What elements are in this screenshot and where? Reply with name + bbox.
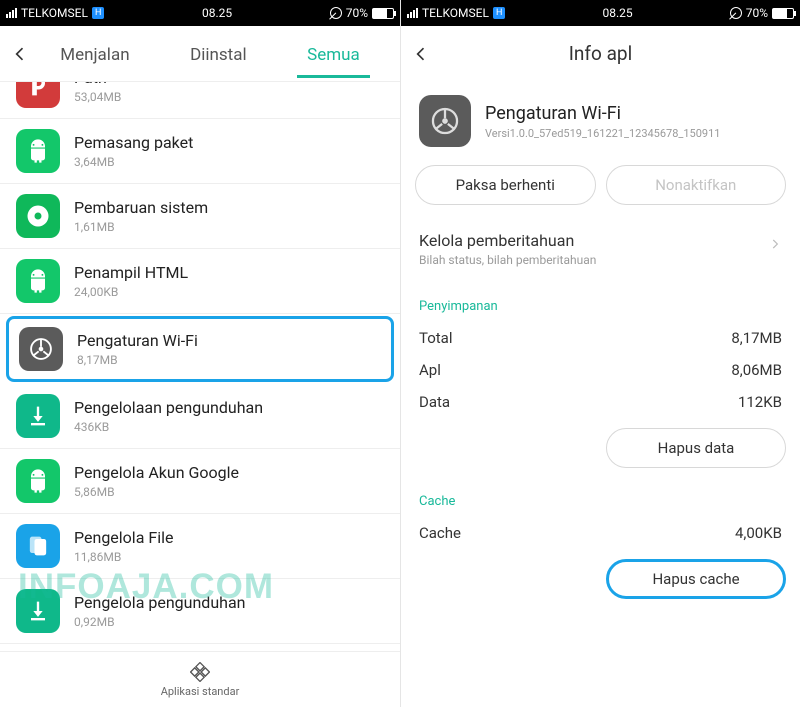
- status-time: 08.25: [602, 6, 632, 20]
- bottom-bar-label: Aplikasi standar: [161, 685, 240, 698]
- signal-icon: [407, 8, 418, 18]
- download-icon: [24, 402, 52, 430]
- app-row[interactable]: Pengaturan Wi-Fi 8,17MB: [6, 316, 394, 382]
- app-icon: [419, 95, 471, 147]
- app-icon: [16, 194, 60, 238]
- app-list-header: Menjalan Diinstal Semua: [0, 26, 400, 81]
- disable-button[interactable]: Nonaktifkan: [606, 165, 787, 205]
- storage-total-row: Total 8,17MB: [401, 322, 800, 354]
- app-info-version: Versi1.0.0_57ed519_161221_12345678_15091…: [485, 127, 720, 140]
- files-icon: [24, 532, 52, 560]
- app-icon: [16, 524, 60, 568]
- path-icon: [24, 82, 52, 100]
- app-size: 3,64MB: [74, 155, 193, 169]
- back-button[interactable]: [10, 44, 30, 64]
- status-time: 08.25: [202, 6, 232, 20]
- app-list[interactable]: Path 53,04MB Pemasang paket 3,64MB Pembaruan…: [0, 82, 400, 651]
- app-name: Pengelola File: [74, 528, 173, 547]
- app-row[interactable]: Pengelolaan pengunduhan 436KB: [0, 384, 400, 449]
- app-name: Pemasang paket: [74, 133, 193, 152]
- android-icon: [24, 467, 52, 495]
- app-size: 8,17MB: [77, 353, 198, 367]
- tab-installed[interactable]: Diinstal: [180, 31, 257, 77]
- carrier-label: TELKOMSEL: [21, 6, 88, 20]
- app-icon: [19, 327, 63, 371]
- battery-icon: [772, 8, 794, 19]
- carrier-label: TELKOMSEL: [422, 6, 489, 20]
- manage-notifications-row[interactable]: Kelola pemberitahuan Bilah status, bilah…: [401, 219, 800, 279]
- app-icon: [16, 589, 60, 633]
- app-icon: [16, 394, 60, 438]
- status-bar: TELKOMSEL H 08.25 70%: [401, 0, 800, 26]
- wheel-icon: [428, 104, 462, 138]
- android-icon: [24, 137, 52, 165]
- android-icon: [24, 267, 52, 295]
- battery-pct: 70%: [346, 6, 368, 20]
- app-icon: [16, 459, 60, 503]
- app-info-name: Pengaturan Wi-Fi: [485, 103, 720, 124]
- storage-app-row: Apl 8,06MB: [401, 354, 800, 386]
- app-row[interactable]: Pengelola pengunduhan 0,92MB: [0, 579, 400, 644]
- app-row[interactable]: Penampil HTML 24,00KB: [0, 249, 400, 314]
- app-info-header: Info apl: [401, 26, 800, 81]
- app-row[interactable]: Path 53,04MB: [0, 82, 400, 119]
- screen-app-info: TELKOMSEL H 08.25 70% Info apl Pengatura…: [400, 0, 800, 707]
- network-badge: H: [92, 7, 104, 19]
- alarm-off-icon: [730, 7, 742, 19]
- tab-running[interactable]: Menjalan: [50, 31, 139, 77]
- app-size: 5,86MB: [74, 485, 239, 499]
- battery-pct: 70%: [746, 6, 768, 20]
- alarm-off-icon: [330, 7, 342, 19]
- back-button[interactable]: [411, 44, 431, 64]
- cache-row: Cache 4,00KB: [401, 517, 800, 549]
- app-size: 0,92MB: [74, 615, 246, 629]
- chevron-left-icon: [10, 44, 30, 64]
- app-name: Pengaturan Wi-Fi: [77, 331, 198, 350]
- app-row[interactable]: Pembaruan sistem 1,61MB: [0, 184, 400, 249]
- app-row[interactable]: Pengelola File 11,86MB: [0, 514, 400, 579]
- signal-icon: [6, 8, 17, 18]
- storage-data-row: Data 112KB: [401, 386, 800, 418]
- app-name: Pengelola Akun Google: [74, 463, 239, 482]
- app-name: Pembaruan sistem: [74, 198, 208, 217]
- clear-cache-button[interactable]: Hapus cache: [606, 559, 786, 599]
- tab-all[interactable]: Semua: [297, 31, 370, 77]
- app-size: 1,61MB: [74, 220, 208, 234]
- app-name: Penampil HTML: [74, 263, 188, 282]
- setting-label: Kelola pemberitahuan: [419, 231, 782, 250]
- page-title: Info apl: [431, 42, 770, 65]
- app-size: 11,86MB: [74, 550, 173, 564]
- network-badge: H: [493, 7, 505, 19]
- app-icon: [16, 129, 60, 173]
- wheel-icon: [27, 335, 55, 363]
- status-bar: TELKOMSEL H 08.25 70%: [0, 0, 400, 26]
- app-icon: [16, 82, 60, 108]
- battery-icon: [372, 8, 394, 19]
- app-name: Pengelolaan pengunduhan: [74, 398, 263, 417]
- clear-data-button[interactable]: Hapus data: [606, 428, 786, 468]
- app-icon: [16, 259, 60, 303]
- app-row[interactable]: Pemasang paket 3,64MB: [0, 119, 400, 184]
- force-stop-button[interactable]: Paksa berhenti: [415, 165, 596, 205]
- app-name: Path: [74, 82, 121, 87]
- chevron-left-icon: [411, 44, 431, 64]
- chevron-right-icon: [768, 237, 782, 251]
- app-size: 436KB: [74, 420, 263, 434]
- app-size: 24,00KB: [74, 285, 188, 299]
- app-row[interactable]: Pengelola Akun Google 5,86MB: [0, 449, 400, 514]
- disc-icon: [24, 202, 52, 230]
- app-size: 53,04MB: [74, 90, 121, 104]
- setting-sub: Bilah status, bilah pemberitahuan: [419, 253, 782, 267]
- download-icon: [24, 597, 52, 625]
- app-name: Pengelola pengunduhan: [74, 593, 246, 612]
- section-storage: Penyimpanan: [401, 279, 800, 322]
- bottom-bar-default-apps[interactable]: Aplikasi standar: [0, 651, 400, 707]
- app-info-summary: Pengaturan Wi-Fi Versi1.0.0_57ed519_1612…: [401, 81, 800, 165]
- grid-icon: [190, 662, 210, 682]
- screen-app-list: TELKOMSEL H 08.25 70% Menjalan Diinstal …: [0, 0, 400, 707]
- section-cache: Cache: [401, 474, 800, 517]
